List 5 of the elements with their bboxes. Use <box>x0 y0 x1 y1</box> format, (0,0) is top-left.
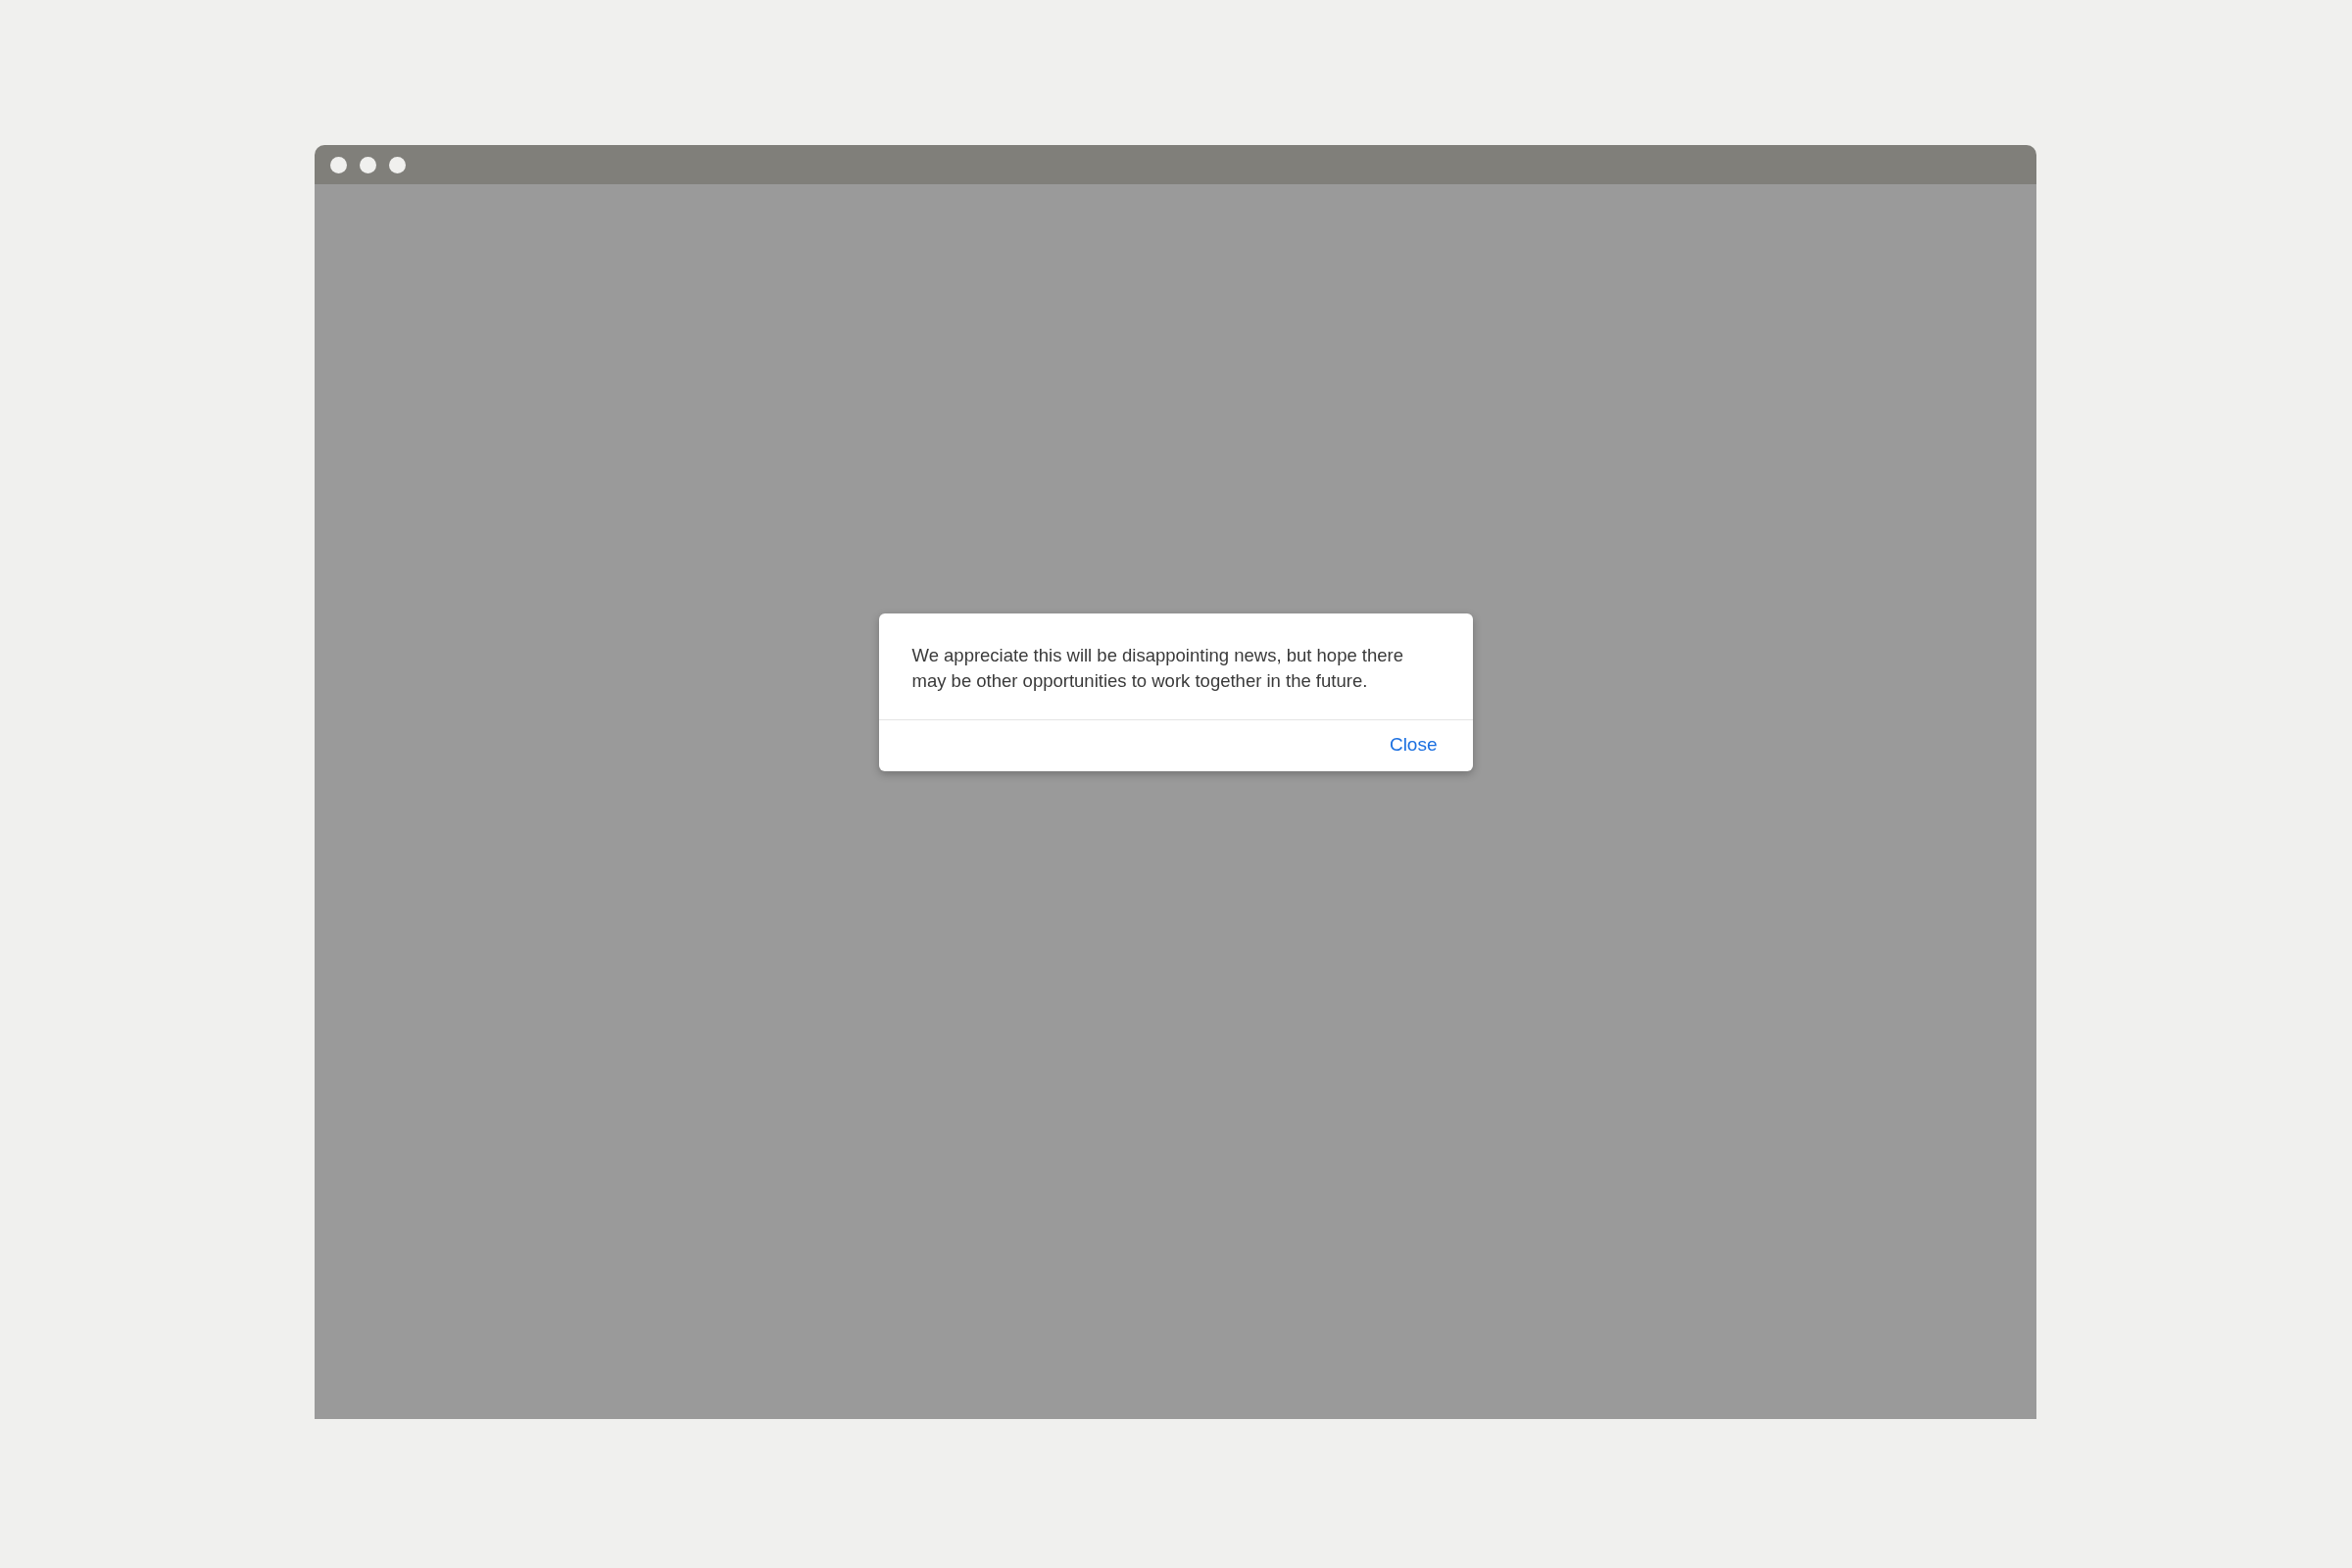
close-button[interactable]: Close <box>1387 730 1440 760</box>
window-dot-icon[interactable] <box>330 156 347 173</box>
dialog-message: We appreciate this will be disappointing news, but hope there may be other opportunities to work together in the future. <box>910 644 1405 693</box>
window-dot-icon[interactable] <box>389 156 406 173</box>
window-dot-icon[interactable] <box>360 156 376 173</box>
